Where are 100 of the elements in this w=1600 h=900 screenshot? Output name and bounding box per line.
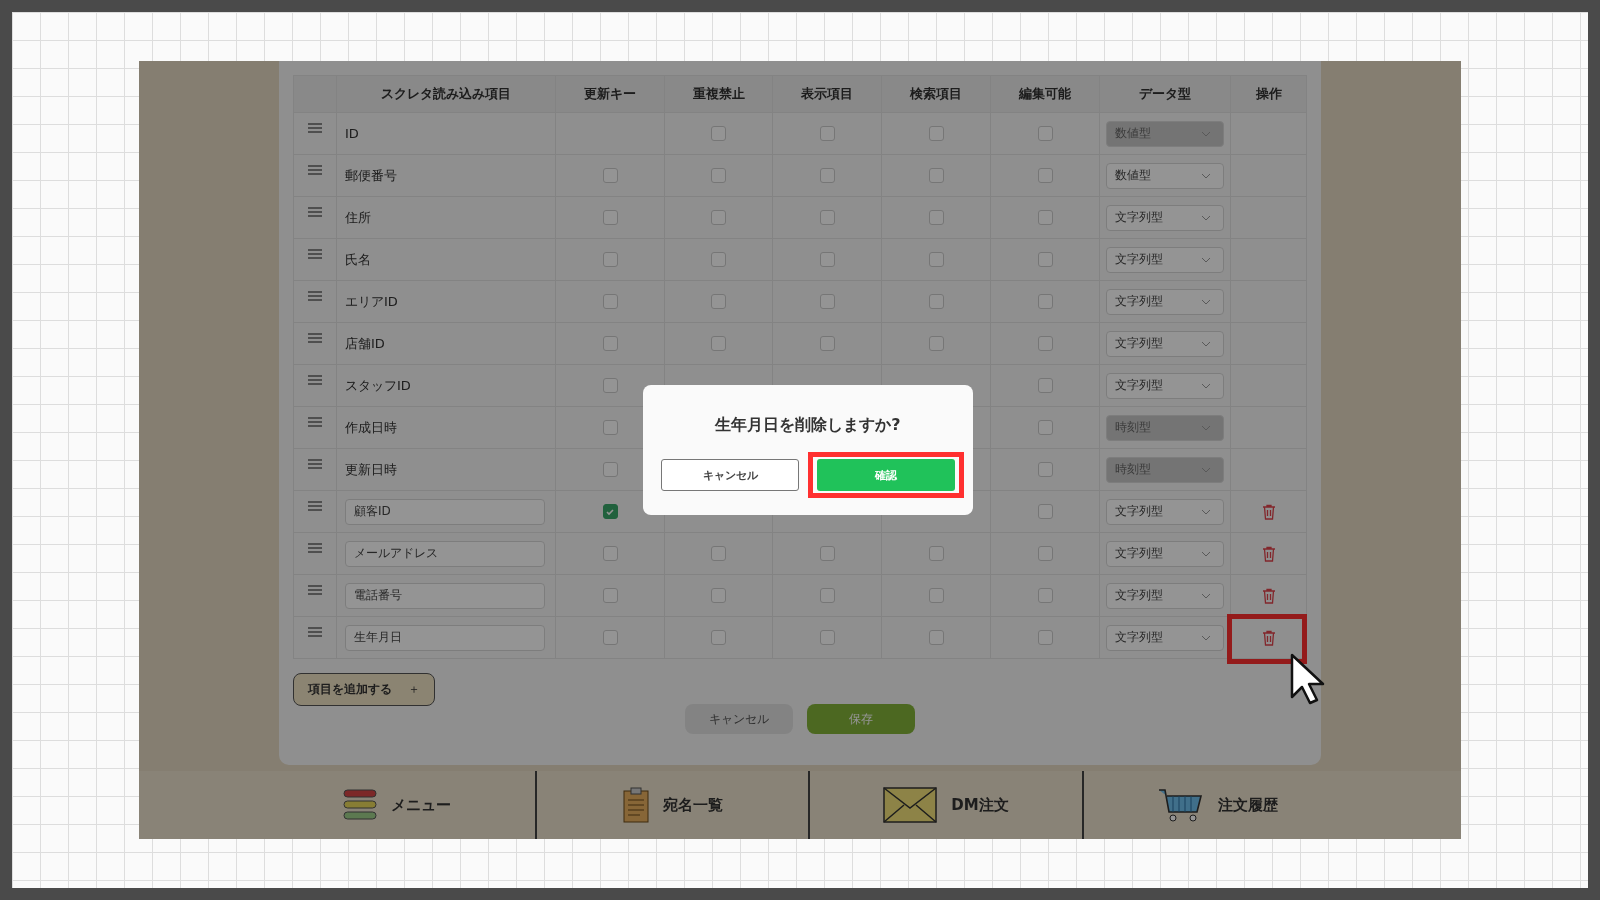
item-name: ID [345, 126, 359, 141]
checkbox[interactable] [928, 210, 944, 225]
chevron-down-icon [1201, 172, 1211, 179]
checkbox[interactable] [1037, 378, 1053, 393]
chevron-down-icon [1201, 592, 1211, 599]
data-type-select[interactable]: 文字列型 [1106, 498, 1224, 525]
checkbox[interactable] [1037, 168, 1053, 183]
checkbox[interactable] [1037, 462, 1053, 477]
checkbox[interactable] [819, 546, 835, 561]
cancel-button[interactable]: キャンセル [685, 704, 793, 734]
nav-tab[interactable]: DM注文 [808, 771, 1082, 839]
item-name-field[interactable]: 生年月日 [345, 624, 545, 651]
checkbox[interactable] [711, 252, 726, 267]
checkbox[interactable] [819, 126, 835, 141]
data-type-select[interactable]: 数値型 [1106, 162, 1224, 189]
chevron-down-icon [1201, 130, 1211, 137]
checkbox[interactable] [602, 588, 618, 603]
checkbox[interactable] [602, 294, 618, 309]
checkbox[interactable] [711, 588, 726, 603]
checkbox[interactable] [602, 378, 618, 393]
checkbox[interactable] [819, 210, 835, 225]
checkbox[interactable] [711, 210, 726, 225]
drag-handle-icon[interactable] [308, 291, 322, 301]
item-name-field[interactable]: 電話番号 [345, 582, 545, 609]
add-item-button[interactable]: 項目を追加する ＋ [293, 673, 435, 706]
checkbox[interactable] [602, 504, 618, 519]
checkbox[interactable] [1037, 126, 1053, 141]
checkbox[interactable] [602, 630, 618, 645]
checkbox[interactable] [819, 630, 835, 645]
checkbox[interactable] [928, 126, 944, 141]
checkbox[interactable] [602, 546, 618, 561]
drag-handle-icon[interactable] [308, 165, 322, 175]
checkbox[interactable] [819, 294, 835, 309]
checkbox[interactable] [1037, 252, 1053, 267]
trash-icon[interactable] [1261, 545, 1276, 562]
data-type-select[interactable]: 文字列型 [1106, 288, 1224, 315]
envelope-icon [883, 787, 938, 823]
drag-handle-icon[interactable] [308, 543, 322, 553]
nav-tab[interactable]: 宛名一覧 [535, 771, 808, 839]
checkbox[interactable] [819, 168, 835, 183]
checkbox[interactable] [819, 336, 835, 351]
checkbox[interactable] [928, 336, 944, 351]
checkbox[interactable] [1037, 210, 1053, 225]
checkbox[interactable] [602, 336, 618, 351]
checkbox[interactable] [711, 168, 726, 183]
cancel-button[interactable]: キャンセル [661, 459, 799, 491]
data-type-select[interactable]: 文字列型 [1106, 624, 1224, 651]
data-type-select[interactable]: 文字列型 [1106, 204, 1224, 231]
drag-handle-icon[interactable] [308, 375, 322, 385]
cart-icon [1157, 787, 1204, 823]
drag-handle-icon[interactable] [308, 417, 322, 427]
data-type-select[interactable]: 文字列型 [1106, 582, 1224, 609]
checkbox[interactable] [1037, 294, 1053, 309]
checkbox[interactable] [928, 252, 944, 267]
drag-handle-icon[interactable] [308, 123, 322, 133]
checkbox[interactable] [1037, 336, 1053, 351]
checkbox[interactable] [602, 252, 618, 267]
checkbox[interactable] [711, 336, 726, 351]
checkbox[interactable] [928, 588, 944, 603]
item-name-field[interactable]: メールアドレス [345, 540, 545, 567]
checkbox[interactable] [1037, 504, 1053, 519]
drag-handle-icon[interactable] [308, 333, 322, 343]
checkbox[interactable] [1037, 420, 1053, 435]
trash-icon[interactable] [1261, 503, 1276, 520]
checkbox[interactable] [602, 420, 618, 435]
checkbox[interactable] [928, 168, 944, 183]
checkbox[interactable] [711, 546, 726, 561]
chevron-down-icon [1201, 466, 1211, 473]
drag-handle-icon[interactable] [308, 459, 322, 469]
checkbox[interactable] [602, 168, 618, 183]
drag-handle-icon[interactable] [308, 501, 322, 511]
checkbox[interactable] [928, 630, 944, 645]
item-name-field[interactable]: 顧客ID [345, 498, 545, 525]
checkbox[interactable] [711, 126, 726, 141]
column-header: データ型 [1099, 76, 1230, 112]
chevron-down-icon [1201, 340, 1211, 347]
data-type-select[interactable]: 文字列型 [1106, 540, 1224, 567]
trash-icon[interactable] [1261, 629, 1276, 646]
nav-tab[interactable]: メニュー [139, 771, 535, 839]
checkbox[interactable] [711, 294, 726, 309]
checkbox[interactable] [819, 252, 835, 267]
nav-tab[interactable]: 注文履歴 [1082, 771, 1461, 839]
checkbox[interactable] [1037, 588, 1053, 603]
checkbox[interactable] [1037, 630, 1053, 645]
checkbox[interactable] [602, 210, 618, 225]
trash-icon[interactable] [1261, 587, 1276, 604]
column-header: スクレタ読み込み項目 [336, 76, 555, 112]
checkbox[interactable] [819, 588, 835, 603]
checkbox[interactable] [602, 462, 618, 477]
data-type-select[interactable]: 文字列型 [1106, 246, 1224, 273]
checkbox[interactable] [928, 546, 944, 561]
checkbox[interactable] [1037, 546, 1053, 561]
checkbox[interactable] [711, 630, 726, 645]
data-type-select[interactable]: 文字列型 [1106, 330, 1224, 357]
drag-handle-icon[interactable] [308, 207, 322, 217]
drag-handle-icon[interactable] [308, 585, 322, 595]
checkbox[interactable] [928, 294, 944, 309]
data-type-select[interactable]: 文字列型 [1106, 372, 1224, 399]
drag-handle-icon[interactable] [308, 249, 322, 259]
drag-handle-icon[interactable] [308, 627, 322, 637]
